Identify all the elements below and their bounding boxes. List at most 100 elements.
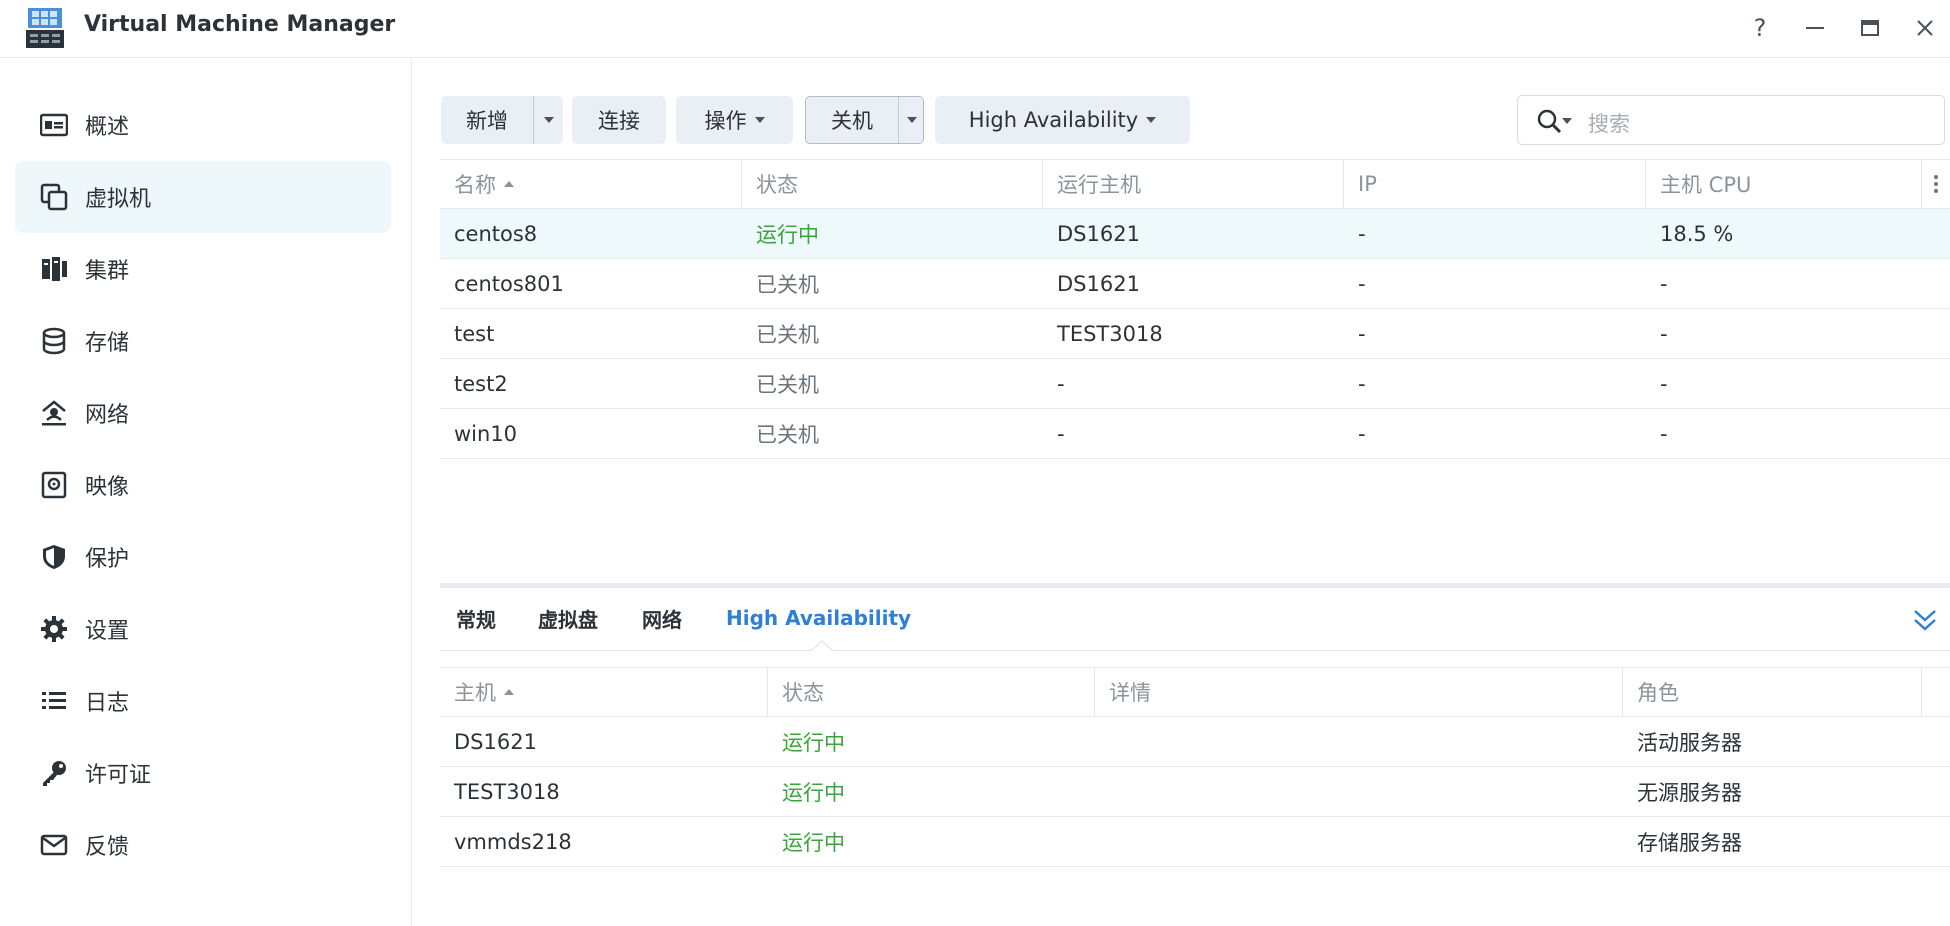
sidebar-item-settings[interactable]: 设置 — [15, 593, 391, 665]
sidebar-item-label: 保护 — [85, 547, 130, 572]
ha-status: 运行中 — [782, 731, 845, 755]
close-button[interactable] — [1905, 10, 1945, 46]
column-header-role[interactable]: 角色 — [1623, 668, 1922, 716]
tab-general[interactable]: 常规 — [456, 600, 496, 636]
vm-host: - — [1057, 422, 1065, 446]
column-header-host[interactable]: 运行主机 — [1043, 160, 1344, 208]
log-list-icon — [39, 686, 69, 716]
sidebar-item-feedback[interactable]: 反馈 — [15, 809, 391, 881]
sidebar-item-label: 集群 — [85, 259, 130, 284]
table-row[interactable]: test2 已关机 - - - — [440, 359, 1950, 409]
vm-host: TEST3018 — [1057, 322, 1163, 346]
new-button[interactable]: 新增 — [441, 96, 533, 144]
vm-host-cpu: - — [1660, 422, 1668, 446]
table-row[interactable]: win10 已关机 - - - — [440, 409, 1950, 459]
sidebar-item-protection[interactable]: 保护 — [15, 521, 391, 593]
active-tab-pointer-icon — [811, 640, 833, 652]
ha-role: 无源服务器 — [1637, 781, 1742, 805]
new-split-button: 新增 — [441, 96, 563, 144]
high-availability-button[interactable]: High Availability — [935, 96, 1190, 144]
vm-host-cpu: 18.5 % — [1660, 222, 1734, 246]
ha-status: 运行中 — [782, 781, 845, 805]
table-row[interactable]: test 已关机 TEST3018 - - — [440, 309, 1950, 359]
mail-icon — [39, 830, 69, 860]
vm-host: DS1621 — [1057, 222, 1140, 246]
column-header-status[interactable]: 状态 — [742, 160, 1043, 208]
minimize-button[interactable] — [1795, 10, 1835, 46]
search-input[interactable]: 搜索 — [1588, 108, 1630, 138]
table-row[interactable]: TEST3018 运行中 无源服务器 — [440, 767, 1950, 817]
tab-high-availability[interactable]: High Availability — [726, 600, 911, 636]
vm-ip: - — [1358, 322, 1366, 346]
search-icon — [1537, 109, 1562, 134]
app-title: Virtual Machine Manager — [84, 12, 396, 37]
overview-icon — [39, 110, 69, 140]
shield-icon — [39, 542, 69, 572]
vm-name: centos8 — [454, 222, 538, 246]
tab-network[interactable]: 网络 — [642, 600, 682, 636]
sort-ascending-icon — [504, 689, 514, 695]
tab-virtual-disk[interactable]: 虚拟盘 — [538, 600, 598, 636]
vm-table-header: 名称 状态 运行主机 IP 主机 CPU — [440, 159, 1950, 209]
column-header-details[interactable]: 详情 — [1095, 668, 1623, 716]
sidebar-item-virtual-machine[interactable]: 虚拟机 — [15, 161, 391, 233]
vm-name: test2 — [454, 372, 508, 396]
maximize-button[interactable] — [1850, 10, 1890, 46]
ha-status: 运行中 — [782, 831, 845, 855]
table-row[interactable]: vmmds218 运行中 存储服务器 — [440, 817, 1950, 867]
vm-ip: - — [1358, 422, 1366, 446]
chevron-down-icon — [754, 117, 765, 123]
action-button[interactable]: 操作 — [676, 96, 793, 144]
search-box[interactable]: 搜索 — [1517, 95, 1945, 145]
column-header-host-cpu[interactable]: 主机 CPU — [1646, 160, 1922, 208]
table-row[interactable]: centos801 已关机 DS1621 - - — [440, 259, 1950, 309]
sidebar-item-label: 存储 — [85, 331, 130, 356]
vm-status: 已关机 — [756, 323, 819, 347]
minimize-icon — [1806, 27, 1824, 29]
shutdown-button[interactable]: 关机 — [806, 97, 898, 143]
vm-status: 已关机 — [756, 273, 819, 297]
collapse-panel-button[interactable] — [1910, 606, 1940, 636]
column-header-ip[interactable]: IP — [1344, 160, 1646, 208]
sidebar-item-label: 映像 — [85, 475, 130, 500]
sidebar-item-overview[interactable]: 概述 — [15, 89, 391, 161]
vm-status: 已关机 — [756, 373, 819, 397]
vm-host: - — [1057, 372, 1065, 396]
connect-button[interactable]: 连接 — [572, 96, 666, 144]
sidebar-item-cluster[interactable]: 集群 — [15, 233, 391, 305]
vm-status: 已关机 — [756, 423, 819, 447]
column-menu-button[interactable] — [1922, 160, 1950, 208]
table-row[interactable]: centos8 运行中 DS1621 - 18.5 % — [440, 209, 1950, 259]
sidebar-item-storage[interactable]: 存储 — [15, 305, 391, 377]
action-button-label: 操作 — [704, 109, 747, 133]
tab-underline — [440, 650, 1950, 651]
sidebar-item-label: 反馈 — [85, 835, 130, 860]
vm-host-cpu: - — [1660, 322, 1668, 346]
network-icon — [39, 398, 69, 428]
sidebar-item-log[interactable]: 日志 — [15, 665, 391, 737]
sidebar-item-network[interactable]: 网络 — [15, 377, 391, 449]
help-button[interactable]: ? — [1740, 10, 1780, 46]
ha-details — [1095, 717, 1109, 767]
vm-name: test — [454, 322, 495, 346]
sidebar-item-image[interactable]: 映像 — [15, 449, 391, 521]
app-logo-icon — [26, 8, 64, 48]
ha-details — [1095, 767, 1109, 817]
image-icon — [39, 470, 69, 500]
more-vertical-icon — [1934, 175, 1938, 193]
virtual-machine-icon — [39, 182, 69, 212]
sidebar-item-license[interactable]: 许可证 — [15, 737, 391, 809]
column-header-name[interactable]: 名称 — [440, 160, 742, 208]
chevron-down-icon — [1146, 117, 1157, 123]
table-row[interactable]: DS1621 运行中 活动服务器 — [440, 717, 1950, 767]
shutdown-dropdown-button[interactable] — [899, 97, 924, 143]
column-header-status[interactable]: 状态 — [768, 668, 1095, 716]
column-header-host[interactable]: 主机 — [440, 668, 768, 716]
search-filter-chevron-icon[interactable] — [1562, 118, 1572, 124]
new-dropdown-button[interactable] — [534, 96, 563, 144]
title-bar: Virtual Machine Manager ? — [0, 0, 1950, 58]
maximize-icon — [1861, 20, 1879, 36]
sidebar-item-label: 网络 — [85, 403, 130, 428]
key-icon — [39, 758, 69, 788]
panel-resize-handle[interactable] — [440, 583, 1950, 588]
